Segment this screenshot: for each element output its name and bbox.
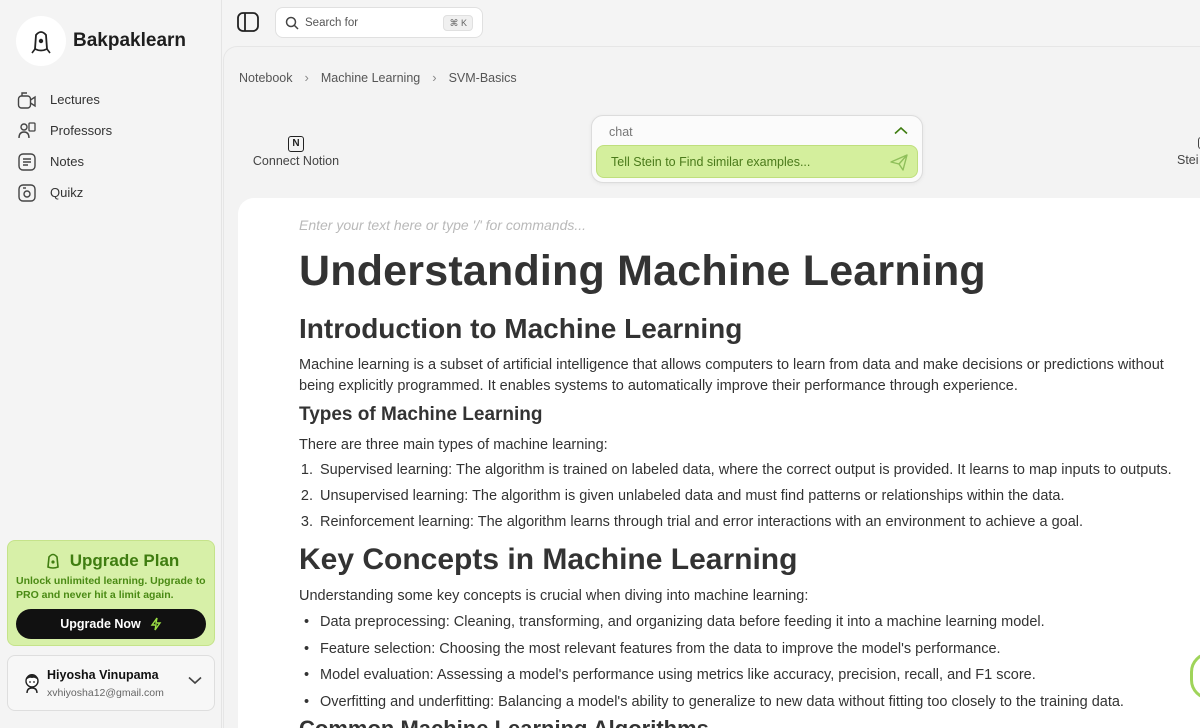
list-item: 3. Reinforcement learning: The algorithm … <box>300 514 1084 530</box>
brand[interactable]: Bakpaklearn <box>16 16 186 66</box>
heading-types: Types of Machine Learning <box>299 404 543 425</box>
sidebar-item-notes[interactable]: Notes <box>16 146 112 177</box>
types-list: 1. Supervised learning: The algorithm is … <box>299 462 1172 540</box>
send-icon[interactable] <box>889 152 909 172</box>
breadcrumb-item-notebook[interactable]: Notebook <box>239 71 293 85</box>
chat-panel: chat Tell Stein to Find similar examples… <box>591 115 923 183</box>
upgrade-mascot-icon <box>46 553 59 569</box>
search-input[interactable]: Search for ⌘ K <box>275 7 483 38</box>
list-item: 1. Supervised learning: The algorithm is … <box>300 462 1172 478</box>
concepts-list: • Data preprocessing: Cleaning, transform… <box>299 614 1124 720</box>
sidebar-item-label: Quikz <box>50 185 84 200</box>
upgrade-plan-card: Upgrade Plan Unlock unlimited learning. … <box>7 540 215 646</box>
sidebar-item-label: Professors <box>50 123 113 138</box>
sidebar-item-lectures[interactable]: Lectures <box>16 84 112 115</box>
user-card[interactable]: Hiyosha Vinupama xvhiyosha12@gmail.com <box>7 655 215 711</box>
chat-input-text: Tell Stein to Find similar examples... <box>611 154 811 169</box>
breadcrumb: Notebook › Machine Learning › SVM-Basics <box>239 70 517 85</box>
heading-introduction: Introduction to Machine Learning <box>299 313 743 344</box>
breadcrumb-item-svm-basics[interactable]: SVM-Basics <box>449 71 517 85</box>
search-shortcut: ⌘ K <box>443 15 473 31</box>
list-item: • Feature selection: Choosing the most re… <box>303 640 1001 657</box>
avatar <box>25 674 39 694</box>
document-editor[interactable]: Enter your text here or type '/' for com… <box>238 198 1200 728</box>
connect-notion-button[interactable]: N Connect Notion <box>246 133 346 168</box>
main-panel: Notebook › Machine Learning › SVM-Basics… <box>223 46 1200 728</box>
list-item: 2. Unsupervised learning: The algorithm i… <box>300 488 1065 504</box>
search-icon <box>285 16 299 30</box>
brand-logo-icon <box>16 16 66 66</box>
breadcrumb-item-machine-learning[interactable]: Machine Learning <box>321 71 420 85</box>
paragraph-introduction: Machine learning is a subset of artifici… <box>299 357 1164 394</box>
upgrade-plan-title: Upgrade Plan <box>8 551 214 571</box>
list-item: • Data preprocessing: Cleaning, transform… <box>303 614 1045 630</box>
notes-icon <box>18 152 36 171</box>
connect-notion-label: Connect Notion <box>252 153 340 168</box>
sidebar: Bakpaklearn Lectures Professors Notes Qu… <box>0 0 222 728</box>
upgrade-plan-text: Unlock unlimited learning. Upgrade to PR… <box>16 575 206 601</box>
breadcrumb-separator: › <box>304 70 309 85</box>
professors-icon <box>18 121 36 138</box>
sidebar-item-label: Lectures <box>50 92 100 107</box>
sidebar-toggle-icon[interactable] <box>237 12 259 32</box>
paragraph-types-intro: There are three main types of machine le… <box>299 437 608 453</box>
chevron-down-icon[interactable] <box>188 676 202 685</box>
sidebar-item-professors[interactable]: Professors <box>16 115 112 146</box>
quiz-icon <box>18 183 36 202</box>
brand-name: Bakpaklearn <box>73 30 187 51</box>
paragraph-concepts-intro: Understanding some key concepts is cruci… <box>299 588 809 604</box>
chat-input[interactable]: Tell Stein to Find similar examples... <box>596 145 918 178</box>
notion-icon: N <box>288 135 304 152</box>
user-email: xvhiyosha12@gmail.com <box>47 687 164 699</box>
sidebar-nav: Lectures Professors Notes Quikz <box>16 84 112 208</box>
chevron-up-icon[interactable] <box>894 126 908 135</box>
list-item: • Model evaluation: Assessing a model's p… <box>303 667 1036 683</box>
lightning-icon <box>150 617 162 631</box>
stein-button-label[interactable]: Stei <box>1177 153 1199 167</box>
editor-placeholder[interactable]: Enter your text here or type '/' for com… <box>299 217 586 233</box>
lectures-icon <box>17 91 36 109</box>
user-name: Hiyosha Vinupama <box>47 668 159 682</box>
upgrade-now-button[interactable]: Upgrade Now <box>16 609 206 639</box>
chat-label: chat <box>609 125 633 139</box>
breadcrumb-separator: › <box>432 70 437 85</box>
sidebar-item-quiz[interactable]: Quikz <box>16 177 112 208</box>
search-placeholder: Search for <box>305 16 359 29</box>
heading-algorithms: Common Machine Learning Algorithms <box>299 716 709 728</box>
sidebar-item-label: Notes <box>50 154 84 169</box>
heading-key-concepts: Key Concepts in Machine Learning <box>299 543 798 576</box>
document-title: Understanding Machine Learning <box>299 247 986 295</box>
